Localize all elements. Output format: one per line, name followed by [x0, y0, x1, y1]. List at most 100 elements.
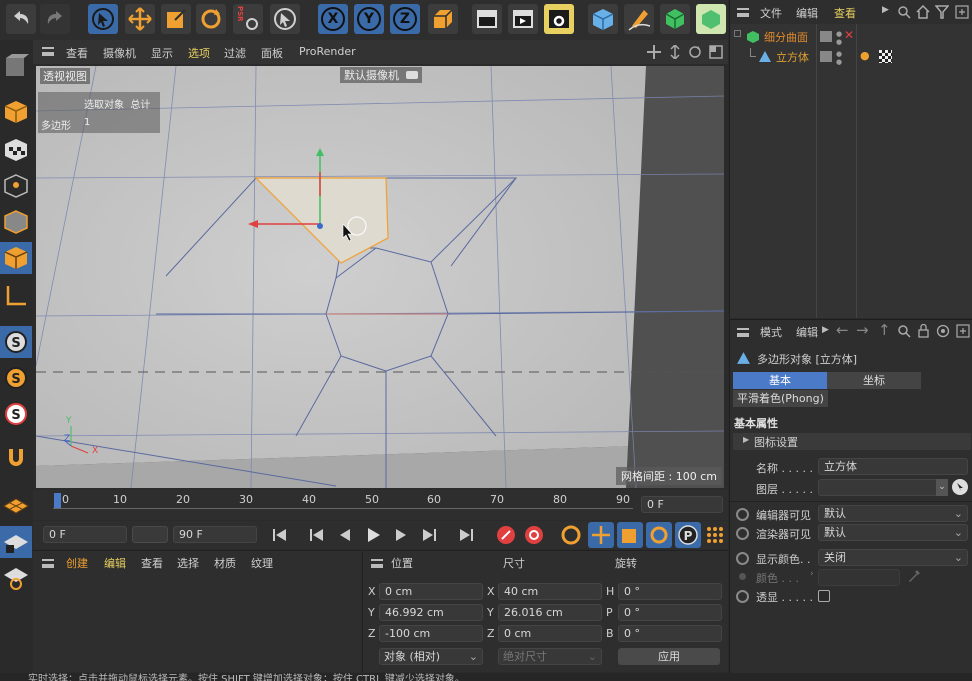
render-settings-button[interactable]	[544, 4, 574, 34]
xray-checkbox[interactable]	[818, 590, 830, 602]
go-to-end-icon[interactable]	[457, 526, 475, 544]
workplane-button[interactable]	[0, 490, 32, 522]
coordinate-system-button[interactable]	[428, 4, 458, 34]
next-key-icon[interactable]	[420, 526, 438, 544]
edit-visibility-icon[interactable]	[820, 51, 832, 62]
model-mode-button[interactable]	[0, 96, 32, 128]
visibility-dots-icon[interactable]: ● ●	[836, 30, 842, 46]
axis-x-button[interactable]: X	[318, 4, 348, 34]
coords-rot-b-field[interactable]: 0 °	[618, 625, 722, 642]
xray-radio[interactable]	[736, 590, 749, 603]
coords-size-y-field[interactable]: 26.016 cm	[498, 604, 602, 621]
key-pla-icon[interactable]	[705, 525, 725, 545]
lock-workplane-button[interactable]	[0, 526, 32, 558]
om-home-icon[interactable]	[916, 5, 930, 19]
prev-key-icon[interactable]	[308, 526, 326, 544]
om-filter-icon[interactable]	[935, 5, 949, 19]
am-menu-mode[interactable]: 模式	[760, 324, 782, 340]
viewport[interactable]: 透视视图 默认摄像机 选取对象 总计 多边形 1 Y Z X 网格间距 : 10…	[36, 66, 724, 488]
range-slider[interactable]	[132, 526, 168, 543]
material-tab-create[interactable]: 创建	[66, 555, 88, 571]
am-menu-edit[interactable]: 编辑	[796, 324, 818, 340]
next-frame-icon[interactable]	[392, 526, 410, 544]
psr-button[interactable]: PSR	[233, 4, 263, 34]
workplane-rotate-button[interactable]	[0, 562, 32, 594]
prev-frame-icon[interactable]	[336, 526, 354, 544]
material-tab-select[interactable]: 选择	[177, 555, 199, 571]
material-tab-texture[interactable]: 纹理	[251, 555, 273, 571]
scale-tool-button[interactable]	[161, 4, 191, 34]
am-search-icon[interactable]	[898, 325, 911, 338]
am-editor-visible-select[interactable]: 默认 ⌄	[818, 505, 968, 522]
polygon-mode-button[interactable]	[0, 242, 32, 274]
viewport-maximize-icon[interactable]	[709, 45, 723, 59]
coords-apply-button[interactable]: 应用	[618, 648, 720, 665]
viewport-move-icon[interactable]	[647, 45, 661, 59]
object-name-cube[interactable]: 立方体	[776, 49, 809, 65]
viewport-menu-camera[interactable]: 摄像机	[103, 45, 136, 61]
om-menu-view[interactable]: 查看	[834, 5, 856, 21]
viewport-zoom-icon[interactable]	[668, 45, 682, 59]
render-view-button[interactable]	[472, 4, 502, 34]
object-name-subdivision[interactable]: 细分曲面	[764, 29, 808, 45]
am-new-window-icon[interactable]	[956, 324, 970, 338]
am-tab-coord[interactable]: 坐标	[827, 372, 921, 389]
go-to-start-icon[interactable]	[271, 526, 289, 544]
om-menu-edit[interactable]: 编辑	[796, 5, 818, 21]
attribute-menu-icon[interactable]	[737, 328, 749, 337]
view-name-label[interactable]: 透视视图	[40, 68, 90, 84]
om-new-window-icon[interactable]	[955, 5, 969, 19]
viewport-menu-filter[interactable]: 过滤	[224, 45, 246, 61]
object-row-cube[interactable]: 立方体 ● ● ●	[730, 48, 972, 66]
play-icon[interactable]	[364, 526, 382, 544]
material-menu-icon[interactable]	[42, 559, 54, 568]
render-visible-radio[interactable]	[736, 527, 749, 540]
edge-mode-button[interactable]	[0, 206, 32, 238]
current-frame-field[interactable]: 0 F	[641, 496, 723, 513]
end-frame-field[interactable]: 90 F	[173, 526, 257, 543]
am-icon-settings-group[interactable]: ▶ 图标设置	[733, 433, 971, 450]
deformer-button[interactable]	[696, 4, 726, 34]
coords-pos-x-field[interactable]: 0 cm	[379, 583, 483, 600]
lock-icon[interactable]	[917, 324, 930, 338]
material-tag-icon[interactable]	[879, 50, 892, 63]
snap-button[interactable]: S	[0, 326, 32, 358]
am-more-icon[interactable]: ▶	[822, 325, 829, 335]
timeline-playhead[interactable]	[54, 493, 61, 508]
viewport-menu-prorender[interactable]: ProRender	[299, 45, 356, 58]
object-row-subdivision[interactable]: 细分曲面 ● ● ✕	[730, 28, 972, 46]
viewport-menu-icon[interactable]	[42, 47, 54, 56]
up-arrow-icon[interactable]: ↑	[878, 321, 891, 339]
redo-button[interactable]	[40, 4, 70, 34]
back-arrow-icon[interactable]: ←	[836, 321, 849, 339]
om-search-icon[interactable]	[898, 6, 911, 19]
coords-pos-z-field[interactable]: -100 cm	[379, 625, 483, 642]
subdivision-button[interactable]	[660, 4, 690, 34]
forward-arrow-icon[interactable]: →	[856, 321, 869, 339]
layer-dropdown-icon[interactable]: ⌄	[936, 479, 948, 496]
am-tab-phong[interactable]: 平滑着色(Phong)	[733, 390, 828, 407]
layer-pick-icon[interactable]	[951, 478, 969, 496]
viewport-menu-options[interactable]: 选项	[188, 45, 210, 61]
edit-visibility-icon[interactable]	[820, 31, 832, 42]
material-tab-view[interactable]: 查看	[141, 555, 163, 571]
editor-visible-radio[interactable]	[736, 508, 749, 521]
magnet-button[interactable]	[0, 442, 32, 474]
undo-button[interactable]	[6, 4, 36, 34]
timeline[interactable]: 0 10 20 30 40 50 60 70 80 90 0 F	[33, 490, 728, 520]
am-tab-basic[interactable]: 基本	[733, 372, 827, 389]
pen-button[interactable]	[624, 4, 654, 34]
live-select-button[interactable]	[88, 4, 118, 34]
keyframe-selection-icon[interactable]	[560, 524, 582, 546]
record-keys-icon[interactable]	[495, 524, 517, 546]
target-icon[interactable]	[936, 324, 950, 338]
material-tab-material[interactable]: 材质	[214, 555, 236, 571]
viewport-rotate-icon[interactable]	[688, 45, 702, 59]
coords-size-z-field[interactable]: 0 cm	[498, 625, 602, 642]
object-manager-menu-icon[interactable]	[737, 8, 749, 17]
am-render-visible-select[interactable]: 默认 ⌄	[818, 524, 968, 541]
coords-mode-select[interactable]: 对象 (相对) ⌄	[379, 648, 483, 665]
snap-settings-button[interactable]: S	[0, 362, 32, 394]
axis-mode-button[interactable]	[0, 280, 32, 312]
phong-tag-icon[interactable]: ●	[860, 49, 870, 62]
